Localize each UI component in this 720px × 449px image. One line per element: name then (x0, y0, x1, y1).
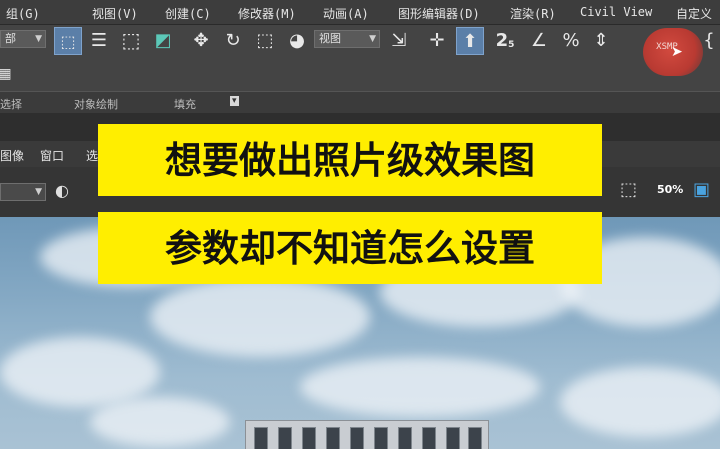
pivot-icon: ⇲ (391, 29, 407, 51)
spinner-icon: ⇕ (593, 29, 609, 51)
building-window (254, 427, 268, 449)
grid-icon: ▦ (0, 66, 12, 82)
chevron-down-icon: ▼ (35, 187, 42, 197)
angle-snap-button[interactable]: ∠ (526, 27, 552, 53)
main-toolbar: 部 ▼ ⬚ ☰ ⬚ ◩ ✥ ↻ ⬚ ◕ 视图 ▼ ⇲ ✛ ⬆ 25 ∠ % ⇕ … (0, 25, 720, 91)
banner-line-2: 参数却不知道怎么设置 (98, 212, 602, 284)
building-window (446, 427, 460, 449)
cloud (300, 357, 540, 417)
reference-coord-value: 视图 (319, 32, 341, 45)
snap-number-sub: 5 (508, 40, 515, 50)
cloud (90, 397, 230, 447)
building-window (468, 427, 482, 449)
rotate-icon: ↻ (225, 29, 241, 51)
chevron-down-icon: ▼ (35, 34, 42, 44)
angle-icon: ∠ (530, 29, 548, 51)
place-icon: ◕ (289, 29, 305, 51)
building-window (398, 427, 412, 449)
ribbon-options-icon[interactable]: ▾ (230, 96, 239, 106)
menu-civil-view[interactable]: Civil View (580, 5, 652, 19)
menu-customize[interactable]: 自定义 (676, 5, 712, 22)
spinner-snap-button[interactable]: ⇕ (588, 27, 614, 53)
menu-animation[interactable]: 动画(A) (323, 5, 369, 22)
menu-view[interactable]: 视图(V) (92, 5, 138, 22)
ribbon-tab-selection[interactable]: 选择 (0, 96, 22, 112)
keyboard-shortcut-override-button[interactable]: ⬆ (456, 27, 484, 55)
scale-button[interactable]: ⬚ (252, 27, 278, 53)
contrast-icon[interactable]: ◐ (55, 181, 69, 200)
selection-filter-value: 部 (5, 32, 16, 45)
move-icon: ✥ (193, 29, 209, 51)
list-icon: ☰ (90, 29, 108, 51)
rect-selection-button[interactable]: ⬚ (118, 27, 144, 53)
crosshair-icon: ✛ (429, 29, 445, 51)
banner-line-1: 想要做出照片级效果图 (98, 124, 602, 196)
building-window (302, 427, 316, 449)
menu-graph-editors[interactable]: 图形编辑器(D) (398, 5, 480, 22)
dashed-rect-icon: ⬚ (121, 28, 141, 52)
building-window (326, 427, 340, 449)
braces-icon: { (703, 29, 715, 51)
menu-rendering[interactable]: 渲染(R) (510, 5, 556, 22)
ribbon-bar: 选择 对象绘制 填充 ▾ (0, 91, 720, 114)
cloud (150, 277, 370, 357)
vp-menu-image[interactable]: 图像 (0, 147, 24, 164)
percent-icon: % (562, 29, 580, 51)
building-window (422, 427, 436, 449)
select-manipulate-button[interactable]: ✛ (424, 27, 450, 53)
snap-number-label: 2 (495, 29, 509, 51)
selection-filter-dropdown[interactable]: 部 ▼ (0, 30, 46, 48)
menu-group[interactable]: 组(G) (6, 5, 40, 22)
zoom-level[interactable]: 50% (657, 183, 683, 196)
select-object-button[interactable]: ⬚ (54, 27, 82, 55)
layer-button[interactable]: ▦ (0, 61, 12, 87)
select-arrow-icon: ⬚ (60, 31, 76, 51)
scale-icon: ⬚ (256, 29, 274, 51)
menu-modifiers[interactable]: 修改器(M) (238, 5, 296, 22)
building-window (350, 427, 364, 449)
cloud (560, 367, 720, 437)
vp-menu-window[interactable]: 窗口 (40, 147, 64, 164)
region-select-icon[interactable]: ⬚ (620, 179, 637, 200)
cloud (0, 337, 160, 407)
upload-icon: ⬆ (462, 30, 478, 52)
place-button[interactable]: ◕ (284, 27, 310, 53)
ribbon-tab-populate[interactable]: 填充 (174, 96, 196, 112)
menu-create[interactable]: 创建(C) (165, 5, 211, 22)
xsmp-label: XSMP (656, 42, 678, 52)
crossing-icon: ◩ (154, 29, 172, 51)
xsmp-badge[interactable]: XSMP ➤ (643, 28, 703, 76)
snaps-toggle-button[interactable]: 25 (492, 27, 518, 53)
ribbon-tab-object-paint[interactable]: 对象绘制 (74, 96, 118, 112)
move-button[interactable]: ✥ (188, 27, 214, 53)
channel-dropdown[interactable]: ▼ (0, 183, 46, 201)
building (245, 420, 489, 449)
select-by-name-button[interactable]: ☰ (86, 27, 112, 53)
reference-coord-dropdown[interactable]: 视图 ▼ (314, 30, 380, 48)
rotate-button[interactable]: ↻ (220, 27, 246, 53)
window-crossing-button[interactable]: ◩ (150, 27, 176, 53)
building-window (374, 427, 388, 449)
frame-icon[interactable]: ▣ (693, 179, 710, 200)
cursor-icon: ➤ (671, 44, 683, 60)
pivot-button[interactable]: ⇲ (386, 27, 412, 53)
chevron-down-icon: ▼ (369, 34, 376, 44)
building-window (278, 427, 292, 449)
menu-bar: 组(G) 视图(V) 创建(C) 修改器(M) 动画(A) 图形编辑器(D) 渲… (0, 0, 720, 25)
vp-menu-options[interactable]: 选 (86, 147, 98, 164)
percent-snap-button[interactable]: % (558, 27, 584, 53)
